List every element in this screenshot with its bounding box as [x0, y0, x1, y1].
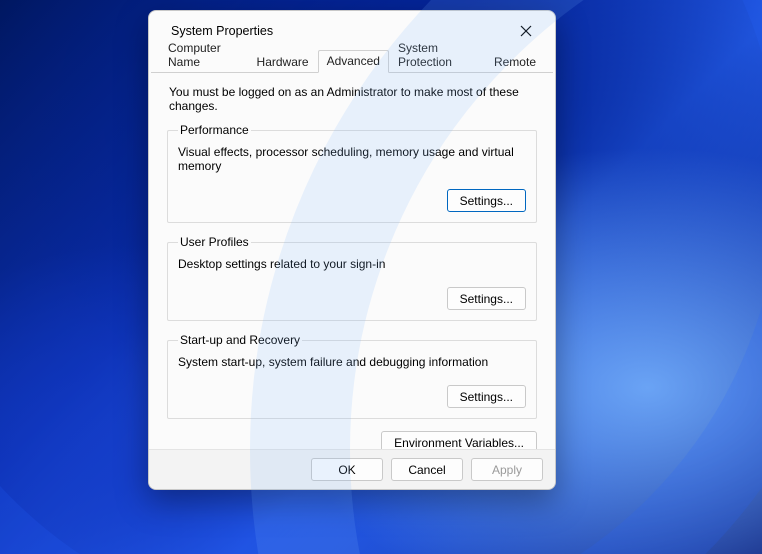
environment-variables-button[interactable]: Environment Variables...	[381, 431, 537, 449]
group-startup-recovery: Start-up and Recovery System start-up, s…	[167, 333, 537, 419]
tab-strip: Computer Name Hardware Advanced System P…	[151, 51, 553, 73]
cancel-button[interactable]: Cancel	[391, 458, 463, 481]
admin-info-text: You must be logged on as an Administrato…	[169, 85, 537, 113]
system-properties-dialog: System Properties Computer Name Hardware…	[148, 10, 556, 490]
performance-settings-button[interactable]: Settings...	[447, 189, 526, 212]
window-title: System Properties	[171, 24, 273, 38]
desktop-wallpaper: System Properties Computer Name Hardware…	[0, 0, 762, 554]
group-performance: Performance Visual effects, processor sc…	[167, 123, 537, 223]
group-user-profiles-legend: User Profiles	[178, 235, 251, 249]
startup-recovery-settings-button[interactable]: Settings...	[447, 385, 526, 408]
tab-body-advanced: You must be logged on as an Administrato…	[149, 73, 555, 449]
ok-button[interactable]: OK	[311, 458, 383, 481]
group-user-profiles: User Profiles Desktop settings related t…	[167, 235, 537, 321]
group-user-profiles-desc: Desktop settings related to your sign-in	[178, 257, 526, 271]
tab-system-protection[interactable]: System Protection	[389, 37, 485, 73]
tab-advanced[interactable]: Advanced	[318, 50, 389, 73]
tab-hardware[interactable]: Hardware	[248, 51, 318, 73]
user-profiles-settings-button[interactable]: Settings...	[447, 287, 526, 310]
group-startup-recovery-desc: System start-up, system failure and debu…	[178, 355, 526, 369]
close-button[interactable]	[511, 16, 541, 46]
apply-button[interactable]: Apply	[471, 458, 543, 481]
tab-computer-name[interactable]: Computer Name	[159, 37, 248, 73]
dialog-footer: OK Cancel Apply	[149, 449, 555, 489]
tab-remote[interactable]: Remote	[485, 51, 545, 73]
close-icon	[520, 25, 532, 37]
group-performance-desc: Visual effects, processor scheduling, me…	[178, 145, 526, 173]
group-performance-legend: Performance	[178, 123, 251, 137]
group-startup-recovery-legend: Start-up and Recovery	[178, 333, 302, 347]
